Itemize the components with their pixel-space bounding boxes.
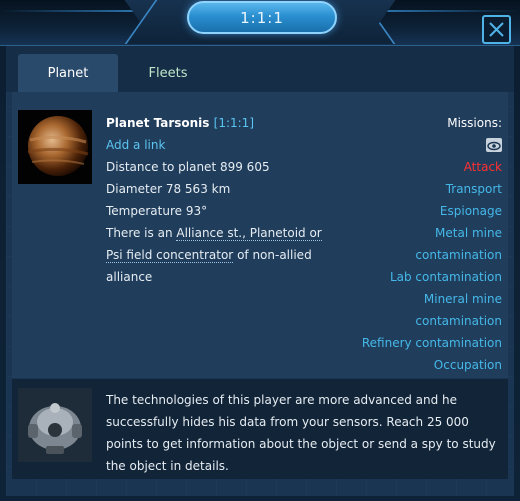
alliance-structure-link[interactable]: Alliance st., Planetoid or xyxy=(176,226,322,241)
close-icon xyxy=(489,22,504,37)
distance-text: Distance to planet 899 605 xyxy=(106,160,270,174)
eye-icon[interactable] xyxy=(486,137,502,152)
mission-mineral-mine-contamination[interactable]: contamination xyxy=(332,310,502,332)
notice-line-2: successfully hides his data from your se… xyxy=(106,415,469,429)
psi-field-link[interactable]: Psi field concentrator xyxy=(106,248,234,263)
mission-refinery-contamination[interactable]: Refinery contamination xyxy=(332,332,502,354)
missions-list: Missions: Attack Transport Espionage Met… xyxy=(332,112,502,376)
add-link[interactable]: Add a link xyxy=(106,134,356,156)
planet-image xyxy=(18,110,92,184)
notice-line-1: The technologies of this player are more… xyxy=(106,393,458,407)
alliance-line-1: There is an Alliance st., Planetoid or xyxy=(106,222,356,244)
missions-title: Missions: xyxy=(447,116,502,130)
alliance-line-2: Psi field concentrator of non-allied xyxy=(106,244,356,266)
notice-text: The technologies of this player are more… xyxy=(106,389,496,477)
mission-lab-contamination[interactable]: Lab contamination xyxy=(332,266,502,288)
tab-fleets[interactable]: Fleets xyxy=(118,54,218,92)
robot-icon xyxy=(18,388,92,462)
window-title: 1:1:1 xyxy=(187,1,337,34)
dialog-frame: 1:1:1 Planet Fleets Planet Tarsonis [1:1… xyxy=(0,0,520,501)
notice-line-3: points to get information about the obje… xyxy=(106,437,496,451)
diameter-text: Diameter 78 563 km xyxy=(106,182,231,196)
mission-transport[interactable]: Transport xyxy=(332,178,502,200)
mission-attack[interactable]: Attack xyxy=(332,156,502,178)
spy-avatar xyxy=(18,388,92,462)
planet-name: Planet Tarsonis xyxy=(106,116,210,130)
planet-coords-link[interactable]: [1:1:1] xyxy=(214,116,254,130)
close-button[interactable] xyxy=(482,15,511,44)
planet-info: Planet Tarsonis [1:1:1] Add a link Dista… xyxy=(106,112,356,288)
planet-icon xyxy=(18,110,92,184)
view-row xyxy=(332,134,502,156)
alliance-line-3: alliance xyxy=(106,270,153,284)
tab-bar: Planet Fleets xyxy=(6,46,514,92)
notice-line-4: the object in details. xyxy=(106,459,229,473)
tab-planet[interactable]: Planet xyxy=(18,54,118,92)
mission-occupation[interactable]: Occupation xyxy=(332,354,502,376)
alliance-prefix: There is an xyxy=(106,226,173,240)
temperature-text: Temperature 93° xyxy=(106,204,208,218)
planet-title: Planet Tarsonis [1:1:1] xyxy=(106,112,356,134)
dialog-content: Planet Fleets Planet Tarsonis [1:1:1] Ad… xyxy=(6,46,514,496)
mission-mineral-mine[interactable]: Mineral mine xyxy=(332,288,502,310)
mission-espionage[interactable]: Espionage xyxy=(332,200,502,222)
alliance-suffix: of non-allied xyxy=(233,248,312,262)
mission-metal-mine[interactable]: Metal mine xyxy=(332,222,502,244)
title-bar: 1:1:1 xyxy=(0,0,520,46)
mission-metal-mine-contamination[interactable]: contamination xyxy=(332,244,502,266)
